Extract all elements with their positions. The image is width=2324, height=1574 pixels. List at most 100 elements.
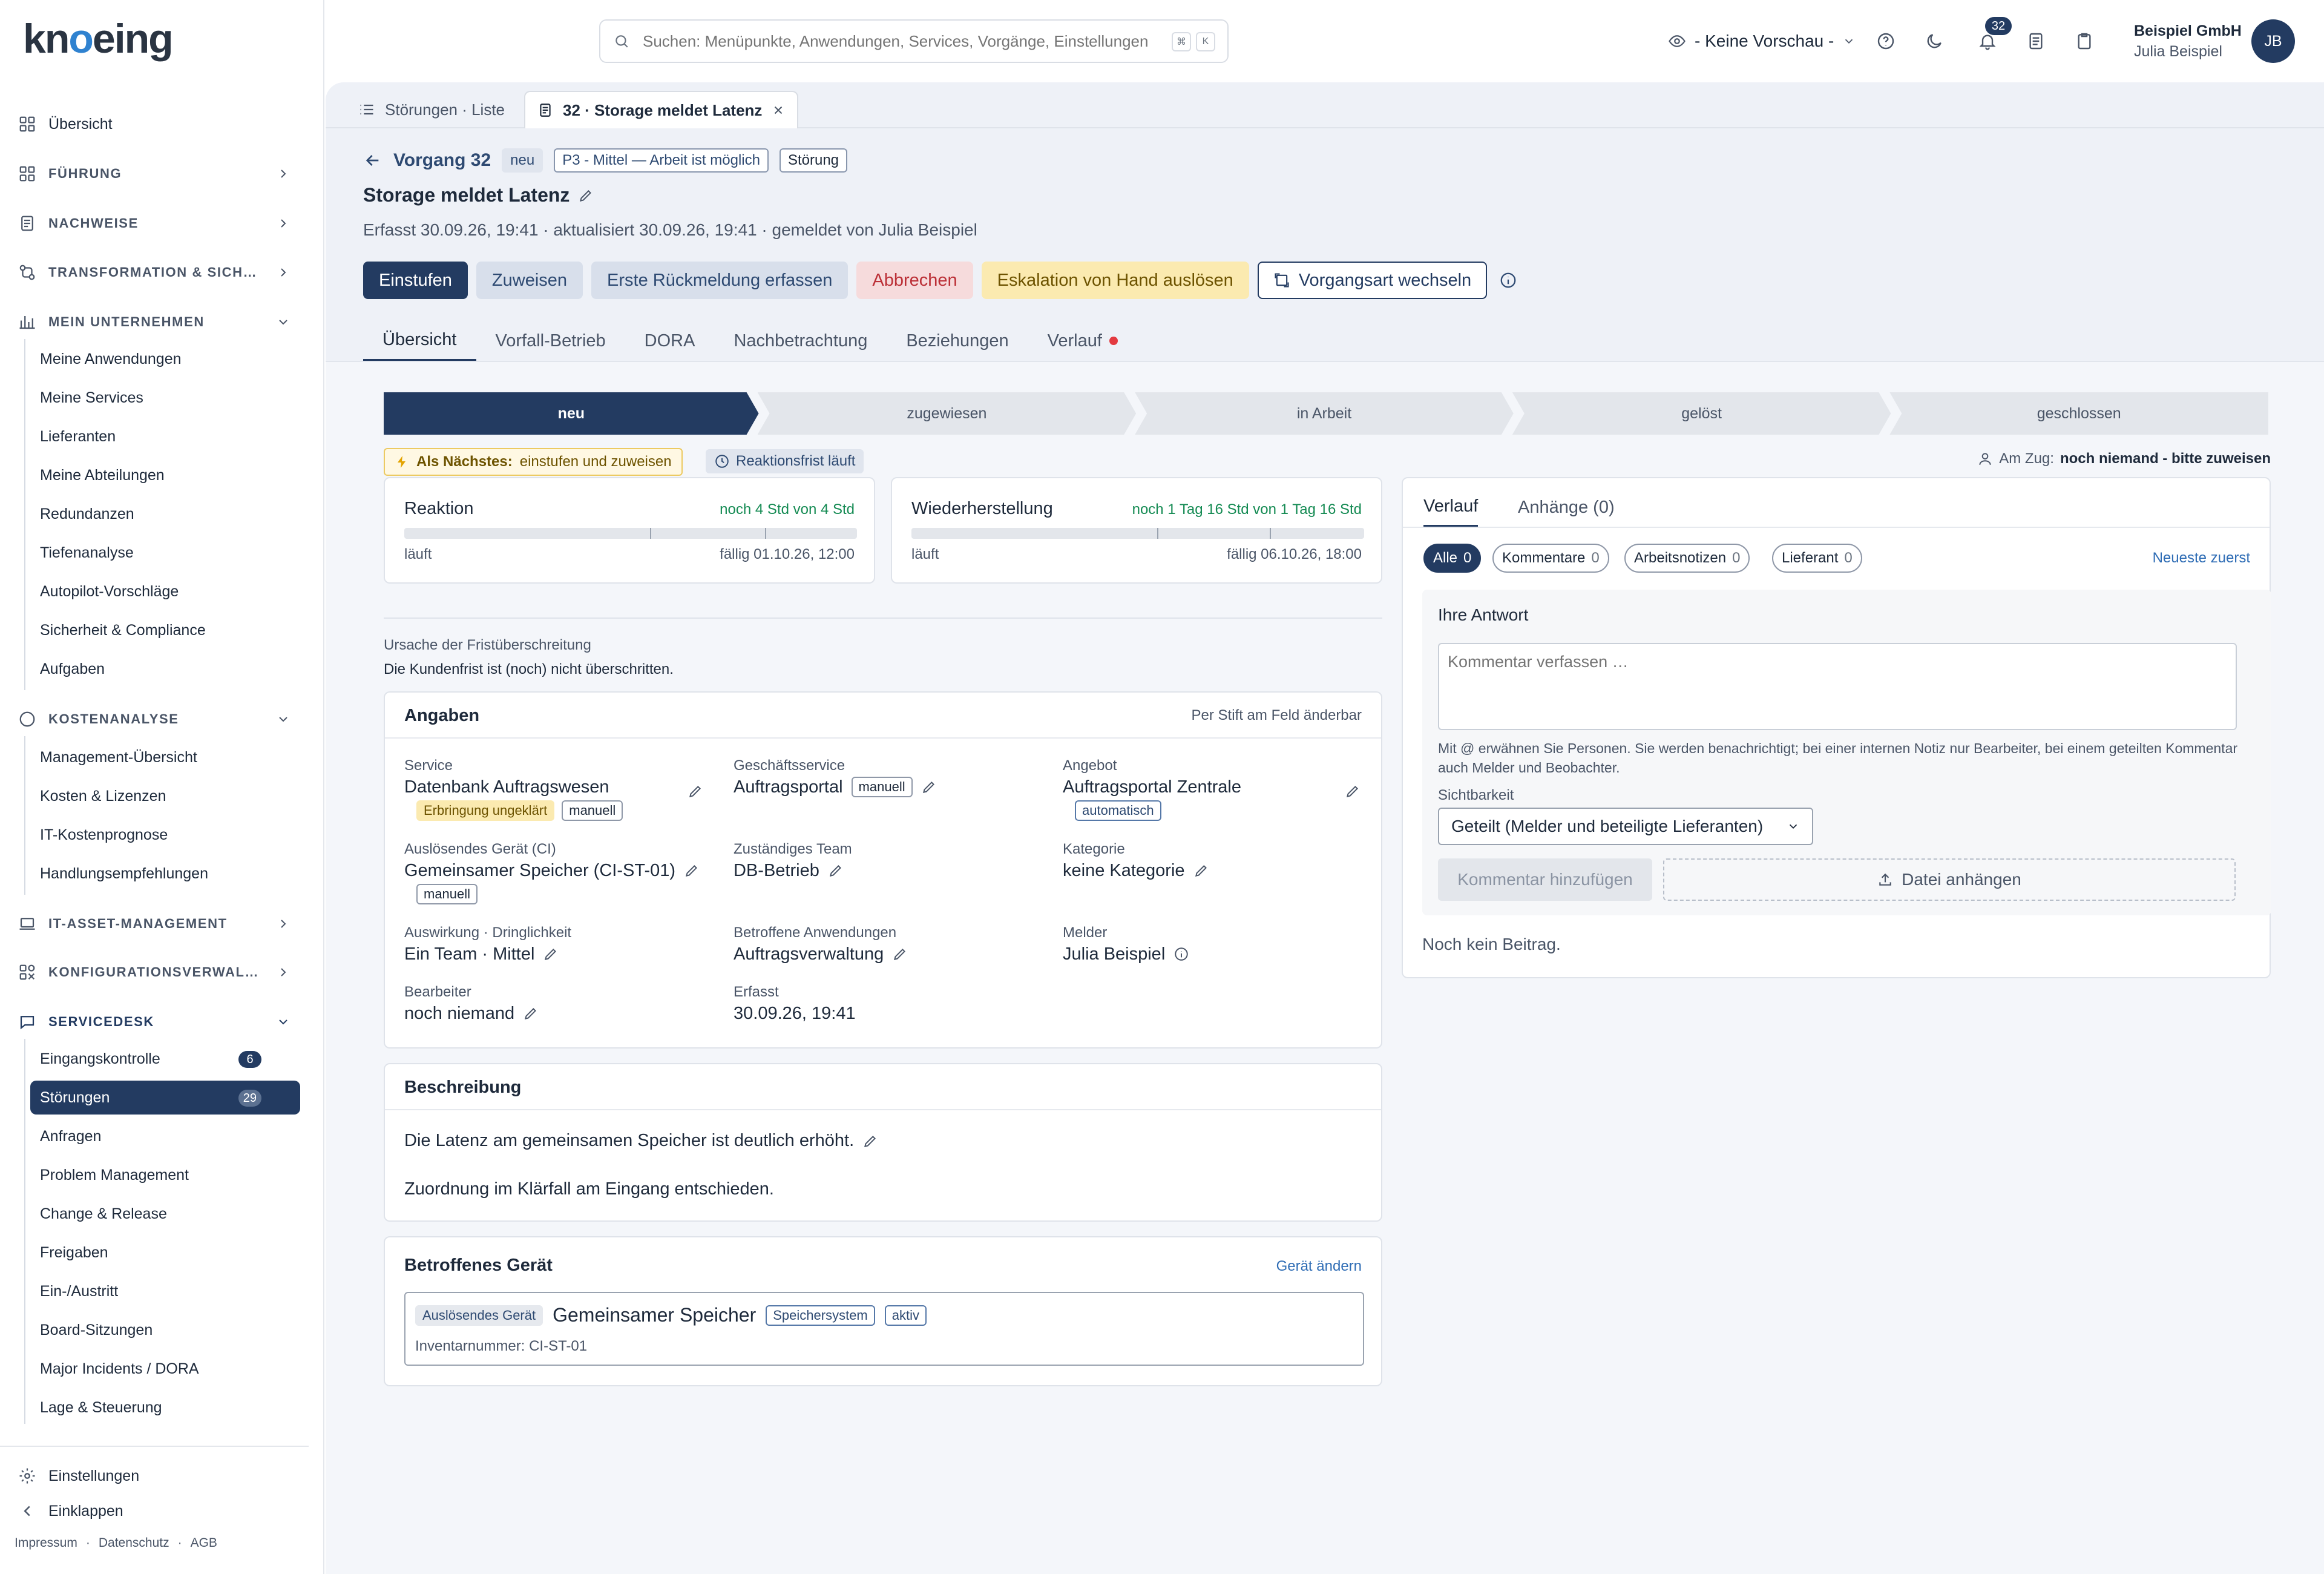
add-comment-button[interactable]: Kommentar hinzufügen [1438,858,1652,901]
sidebar-item-overview[interactable]: Übersicht [18,112,113,136]
sidebar-item-label: Meine Anwendungen [40,350,182,367]
sidebar-item-kosten[interactable]: IT-Kostenprognose [30,818,300,852]
theme-button[interactable] [1921,28,1948,54]
subtab-3[interactable]: Nachbetrachtung [714,321,887,361]
impressum-link[interactable]: Impressum [15,1536,77,1550]
sidebar-item-unternehmen[interactable]: Meine Services [30,381,300,415]
help-button[interactable] [1873,28,1899,54]
visibility-select[interactable]: Geteilt (Melder und beteiligte Lieferant… [1438,808,1813,845]
tab-list[interactable]: Störungen · Liste [346,91,517,128]
pencil-icon[interactable] [921,779,937,795]
sidebar-item-servicedesk[interactable]: Change & Release [30,1197,300,1231]
config-icon [18,963,36,981]
geraet-aendern-link[interactable]: Gerät ändern [1276,1258,1362,1275]
sidebar-item-servicedesk[interactable]: Freigaben [30,1236,300,1270]
info-icon[interactable] [1173,946,1189,962]
chevron-down-icon [1787,820,1800,833]
pencil-icon[interactable] [523,1006,539,1021]
sidebar-collapse[interactable]: Einklappen [18,1499,123,1523]
sidebar-section-nachweise[interactable]: NACHWEISE [18,211,290,235]
sidebar-section-kosten[interactable]: KOSTENANALYSE [18,707,290,731]
rueckmeldung-button[interactable]: Erste Rückmeldung erfassen [591,262,849,299]
sidebar-section-transformation[interactable]: TRANSFORMATION & SICH… [18,260,290,285]
sidebar-item-settings[interactable]: Einstellungen [18,1464,139,1488]
geraet-name: Gemeinsamer Speicher [553,1304,757,1326]
clipboard-button[interactable] [2071,28,2098,54]
sidebar-item-unternehmen[interactable]: Lieferanten [30,420,300,453]
arrow-left-icon[interactable] [363,151,382,170]
tab-anhaenge[interactable]: Anhänge (0) [1518,488,1615,527]
filter-chip-3[interactable]: Lieferant 0 [1772,544,1862,573]
global-search[interactable]: ⌘K [599,19,1229,63]
einstufen-button[interactable]: Einstufen [363,262,468,299]
pencil-icon[interactable] [684,863,700,878]
sidebar-section-fuehrung[interactable]: FÜHRUNG [18,162,290,186]
sidebar-item-unternehmen[interactable]: Tiefenanalyse [30,536,300,570]
avatar[interactable]: JB [2251,19,2295,63]
vorgangsart-button[interactable]: Vorgangsart wechseln [1257,262,1488,299]
pencil-icon[interactable] [578,188,594,203]
subtab-1[interactable]: Vorfall-Betrieb [476,321,625,361]
search-input[interactable] [643,31,1163,51]
pencil-icon[interactable] [862,1133,878,1149]
zuweisen-button[interactable]: Zuweisen [476,262,583,299]
section-label: TRANSFORMATION & SICH… [48,265,258,280]
sidebar-item-unternehmen[interactable]: Aufgaben [30,653,300,687]
pencil-icon[interactable] [1193,863,1209,878]
chip-label: Alle [1433,550,1458,566]
sidebar-item-servicedesk[interactable]: Störungen 29 [30,1081,300,1115]
geraet-item[interactable]: Auslösendes Gerät Gemeinsamer Speicher S… [404,1292,1364,1366]
field-value: Ein Team · Mittel [404,944,535,964]
preview-select[interactable]: - Keine Vorschau - [1668,27,1856,56]
subtab-0[interactable]: Übersicht [363,321,476,361]
sidebar-item-servicedesk[interactable]: Anfragen [30,1119,300,1153]
abbrechen-button[interactable]: Abbrechen [856,262,973,299]
filter-chip-2[interactable]: Arbeitsnotizen 0 [1624,544,1750,573]
pencil-icon[interactable] [543,946,559,962]
comment-textarea[interactable] [1438,643,2237,730]
sidebar-item-unternehmen[interactable]: Redundanzen [30,497,300,531]
sidebar-item-servicedesk[interactable]: Board-Sitzungen [30,1314,300,1348]
filter-chip-0[interactable]: Alle 0 [1423,544,1482,573]
status-stepper: neu zugewiesen in Arbeit gelöst geschlossen [384,392,2271,435]
pencil-icon[interactable] [688,783,703,799]
notes-button[interactable] [2023,28,2049,54]
user-menu[interactable]: Beispiel GmbH Julia Beispiel [2134,21,2242,62]
sort-toggle[interactable]: Neueste zuerst [2153,550,2250,567]
subtab-5[interactable]: Verlauf [1028,321,1137,361]
sla-title: Reaktion [404,499,474,518]
close-icon[interactable] [772,104,785,117]
sidebar-item-servicedesk[interactable]: Problem Management [30,1158,300,1192]
subtab-2[interactable]: DORA [625,321,715,361]
pencil-icon[interactable] [892,946,908,962]
sidebar-item-kosten[interactable]: Management-Übersicht [30,740,300,774]
filter-chip-1[interactable]: Kommentare 0 [1492,544,1609,573]
sidebar-item-unternehmen[interactable]: Autopilot-Vorschläge [30,575,300,609]
tab-detail[interactable]: 32 · Storage meldet Latenz [524,91,799,128]
sidebar-section-itam[interactable]: IT-ASSET-MANAGEMENT [18,912,290,936]
sidebar-item-servicedesk[interactable]: Lage & Steuerung [30,1391,300,1425]
sidebar-item-kosten[interactable]: Kosten & Lizenzen [30,779,300,813]
app-logo[interactable]: knoeing [23,15,174,63]
pencil-icon[interactable] [828,863,844,878]
tab-verlauf[interactable]: Verlauf [1423,488,1479,527]
datenschutz-link[interactable]: Datenschutz [99,1536,169,1550]
sidebar-section-unternehmen[interactable]: MEIN UNTERNEHMEN [18,310,290,334]
sidebar-item-unternehmen[interactable]: Sicherheit & Compliance [30,614,300,648]
sidebar-section-konfig[interactable]: KONFIGURATIONSVERWAL… [18,960,290,984]
sidebar-item-unternehmen[interactable]: Meine Abteilungen [30,458,300,492]
pencil-icon[interactable] [1345,783,1361,799]
sidebar-item-servicedesk[interactable]: Ein-/Austritt [30,1275,300,1309]
sidebar-item-label: Lage & Steuerung [40,1399,162,1417]
sidebar-item-kosten[interactable]: Handlungsempfehlungen [30,857,300,891]
step-1: zugewiesen [758,392,1137,435]
eskalation-button[interactable]: Eskalation von Hand auslösen [981,262,1249,299]
sidebar-item-servicedesk[interactable]: Major Incidents / DORA [30,1352,300,1386]
subtab-4[interactable]: Beziehungen [887,321,1028,361]
sidebar-item-unternehmen[interactable]: Meine Anwendungen [30,342,300,376]
sidebar-item-servicedesk[interactable]: Eingangskontrolle 6 [30,1042,300,1076]
info-icon[interactable] [1499,271,1517,289]
sidebar-section-servicedesk[interactable]: SERVICEDESK [18,1010,290,1034]
attach-file-button[interactable]: Datei anhängen [1663,858,2236,901]
agb-link[interactable]: AGB [191,1536,217,1550]
